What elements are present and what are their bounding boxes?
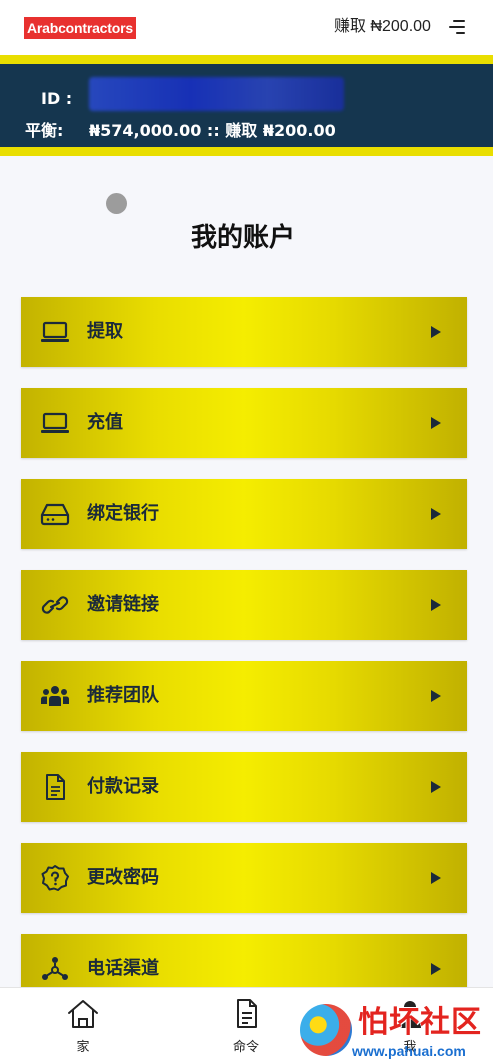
menu-item-change-password[interactable]: 更改密码 bbox=[21, 843, 467, 913]
chevron-right-icon bbox=[431, 508, 441, 520]
menu-item-withdraw[interactable]: 提取 bbox=[21, 297, 467, 367]
watermark-logo bbox=[300, 1004, 352, 1056]
hamburger-menu-icon[interactable] bbox=[447, 19, 465, 35]
menu-item-payment-records[interactable]: 付款记录 bbox=[21, 752, 467, 822]
order-document-icon bbox=[229, 998, 263, 1030]
chevron-right-icon bbox=[431, 417, 441, 429]
menu-item-label: 推荐团队 bbox=[87, 685, 159, 706]
nav-orders-label: 命令 bbox=[232, 1040, 259, 1055]
id-label: ID : bbox=[41, 89, 73, 108]
network-hub-icon bbox=[39, 955, 71, 983]
hard-drive-icon bbox=[39, 500, 71, 528]
menu-item-bind-bank[interactable]: 绑定银行 bbox=[21, 479, 467, 549]
menu-item-team[interactable]: 推荐团队 bbox=[21, 661, 467, 731]
chevron-right-icon bbox=[431, 963, 441, 975]
menu-item-label: 电话渠道 bbox=[87, 958, 159, 979]
document-icon bbox=[39, 773, 71, 801]
watermark-url: www.pahuai.com bbox=[352, 1043, 466, 1059]
chevron-right-icon bbox=[431, 781, 441, 793]
menu-item-label: 绑定银行 bbox=[87, 503, 159, 524]
brand-logo[interactable]: Arabcontractors bbox=[24, 17, 136, 39]
chevron-right-icon bbox=[431, 599, 441, 611]
menu-item-label: 更改密码 bbox=[87, 867, 159, 888]
menu-item-label: 付款记录 bbox=[87, 776, 159, 797]
question-badge-icon bbox=[39, 864, 71, 892]
chevron-right-icon bbox=[431, 872, 441, 884]
menu-item-label: 充值 bbox=[87, 412, 123, 433]
account-banner: ID : 平衡: ₦574,000.00 :: 赚取 ₦200.00 bbox=[0, 55, 493, 156]
link-icon bbox=[39, 591, 71, 619]
top-bar: Arabcontractors 赚取 ₦200.00 bbox=[0, 0, 493, 55]
earn-amount-text: 赚取 ₦200.00 bbox=[334, 18, 431, 35]
balance-value: ₦574,000.00 :: 赚取 ₦200.00 bbox=[89, 121, 336, 140]
page-title: 我的账户 bbox=[190, 223, 295, 253]
menu-item-label: 邀请链接 bbox=[87, 594, 159, 615]
id-value-redacted bbox=[89, 77, 344, 111]
nav-home-label: 家 bbox=[76, 1040, 90, 1055]
avatar bbox=[106, 193, 127, 214]
nav-orders[interactable]: 命令 bbox=[196, 988, 296, 1064]
watermark-text: 怕坏社区 bbox=[358, 1005, 482, 1040]
laptop-icon bbox=[39, 409, 71, 437]
menu-item-recharge[interactable]: 充值 bbox=[21, 388, 467, 458]
chevron-right-icon bbox=[431, 690, 441, 702]
balance-label: 平衡: bbox=[25, 121, 64, 140]
laptop-icon bbox=[39, 318, 71, 346]
chevron-right-icon bbox=[431, 326, 441, 338]
menu-item-invite-link[interactable]: 邀请链接 bbox=[21, 570, 467, 640]
menu-item-label: 提取 bbox=[87, 321, 123, 342]
home-icon bbox=[66, 998, 100, 1030]
nav-home[interactable]: 家 bbox=[33, 988, 133, 1064]
people-group-icon bbox=[39, 682, 71, 710]
